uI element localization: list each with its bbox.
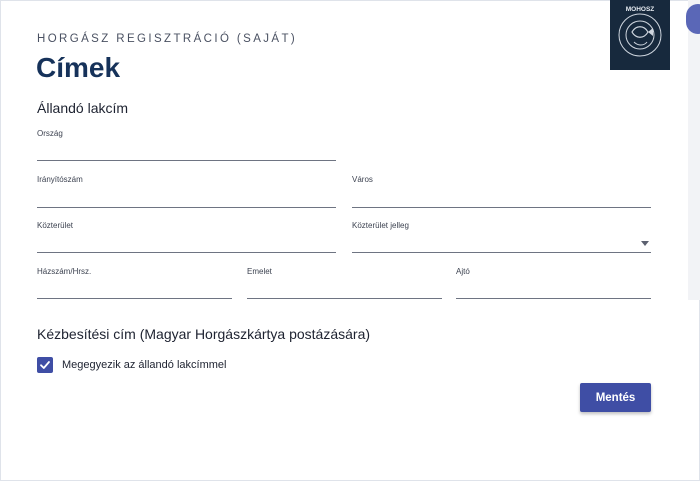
floor-field[interactable]: Emelet	[247, 267, 442, 299]
street-label: Közterület	[37, 221, 74, 230]
same-as-permanent-checkbox-row[interactable]: Megegyezik az állandó lakcímmel	[37, 356, 226, 374]
page-supertitle: HORGÁSZ REGISZTRÁCIÓ (SAJÁT)	[37, 33, 298, 45]
save-button[interactable]: Mentés	[580, 383, 651, 412]
country-label: Ország	[37, 129, 63, 138]
city-label: Város	[352, 175, 373, 184]
country-underline	[37, 160, 336, 161]
dropdown-arrow-icon[interactable]	[641, 241, 649, 246]
city-field[interactable]: Város	[352, 175, 651, 208]
door-field[interactable]: Ajtó	[456, 267, 651, 299]
street-underline	[37, 252, 336, 253]
zip-field[interactable]: Irányítószám	[37, 175, 336, 208]
same-as-permanent-label: Megegyezik az állandó lakcímmel	[62, 359, 227, 371]
country-field[interactable]: Ország	[37, 129, 336, 161]
same-as-permanent-checkbox[interactable]	[37, 357, 53, 373]
street-type-select[interactable]: Közterület jelleg	[352, 221, 651, 253]
scrollbar-track[interactable]	[688, 0, 700, 300]
section-title-delivery-address: Kézbesítési cím (Magyar Horgászkártya po…	[37, 326, 371, 342]
svg-text:MOHOSZ: MOHOSZ	[626, 6, 655, 13]
house-number-underline	[37, 298, 232, 299]
street-field[interactable]: Közterület	[37, 221, 336, 253]
floor-label: Emelet	[247, 267, 272, 276]
zip-underline	[37, 207, 336, 208]
mohosz-logo: MOHOSZ	[610, 0, 670, 70]
floor-underline	[247, 298, 442, 299]
section-title-permanent-address: Állandó lakcím	[37, 100, 129, 116]
door-underline	[456, 298, 651, 299]
zip-label: Irányítószám	[37, 175, 83, 184]
page-title: Címek	[36, 52, 121, 83]
street-type-underline	[352, 252, 651, 253]
house-number-label: Házszám/Hrsz.	[37, 267, 92, 276]
door-label: Ajtó	[456, 267, 470, 276]
checkmark-icon	[40, 361, 50, 369]
mohosz-logo-icon: MOHOSZ	[610, 0, 670, 70]
street-type-label: Közterület jelleg	[352, 221, 409, 230]
house-number-field[interactable]: Házszám/Hrsz.	[37, 267, 232, 299]
city-underline	[352, 207, 651, 208]
floating-action-button[interactable]	[686, 4, 700, 34]
